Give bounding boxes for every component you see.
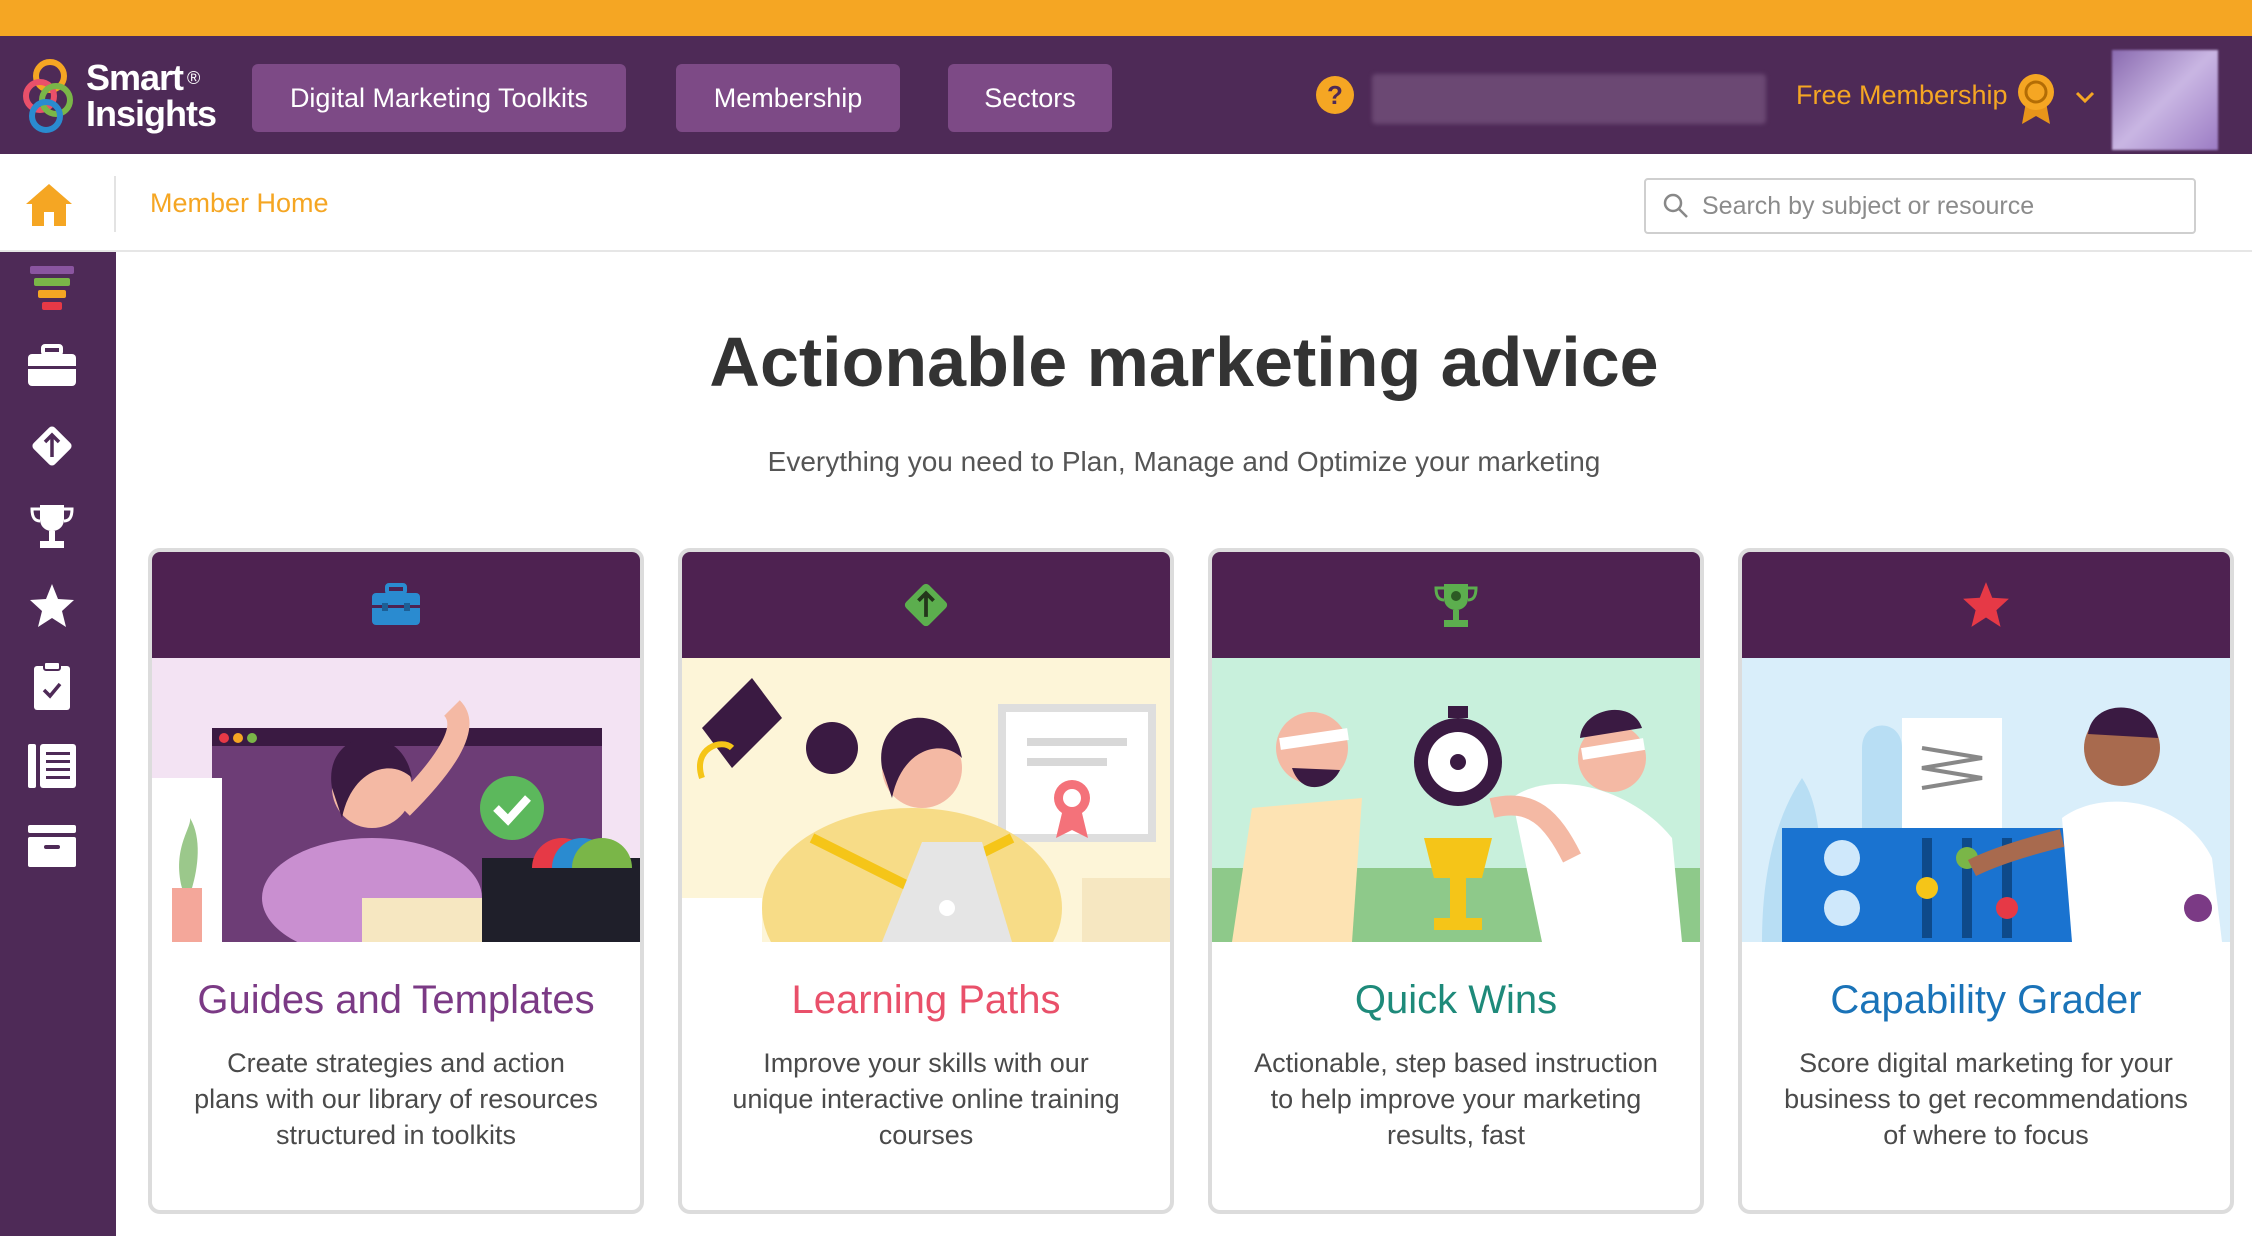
logo-text-line1: Smart [86,57,184,98]
archive-icon[interactable] [24,818,80,874]
search-input[interactable] [1702,191,2182,221]
search-box[interactable] [1644,178,2196,234]
nav-sectors-button[interactable]: Sectors [948,64,1112,132]
logo-mark-icon [20,54,80,138]
avatar[interactable] [2112,50,2218,150]
registered-mark: ® [187,68,200,88]
card-description: Actionable, step based instruction to he… [1254,1048,1658,1150]
briefcase-icon [372,583,420,625]
free-membership-link[interactable]: Free Membership [1796,80,2008,111]
card-header [1212,552,1700,658]
membership-badge-icon [2016,72,2056,126]
card-description: Create strategies and action plans with … [194,1048,598,1150]
learning-paths-illustration [682,658,1170,942]
card-title: Quick Wins [1354,978,1558,1022]
top-accent-strip [0,0,2252,36]
quick-wins-illustration [1212,658,1700,942]
page-subtitle: Everything you need to Plan, Manage and … [767,446,1601,477]
card-header [152,552,640,658]
logo-text-line2: Insights [86,93,217,134]
page-title: Actionable marketing advice [709,323,1659,401]
star-icon[interactable] [24,578,80,634]
card-header [682,552,1170,658]
left-sidebar [0,252,116,1236]
card-description: Score digital marketing for your busines… [1784,1048,2188,1150]
help-icon[interactable]: ? [1316,76,1354,114]
card-description: Improve your skills with our unique inte… [732,1048,1120,1150]
clipboard-icon[interactable] [24,658,80,714]
home-icon[interactable] [24,182,74,228]
redacted-user-info [1372,74,1766,124]
chevron-down-icon[interactable] [2072,84,2098,110]
guides-illustration [152,658,640,942]
list-icon[interactable] [24,738,80,794]
capability-grader-illustration [1742,658,2230,942]
trophy-icon[interactable] [24,498,80,554]
nav-membership-button[interactable]: Membership [676,64,900,132]
card-header [1742,552,2230,658]
arrow-up-diamond-icon [904,583,948,627]
card-guides-and-templates[interactable]: Guides and Templates Create strategies a… [148,548,644,1214]
sub-header-bar: Member Home [0,154,2252,252]
arrow-up-diamond-icon[interactable] [24,418,80,474]
search-icon [1663,193,1688,218]
briefcase-icon[interactable] [24,338,80,394]
funnel-icon[interactable] [24,262,80,318]
card-quick-wins[interactable]: Quick Wins Actionable, step based instru… [1208,548,1704,1214]
card-title: Learning Paths [791,978,1061,1022]
breadcrumb-member-home[interactable]: Member Home [150,188,329,219]
divider [114,176,116,232]
trophy-icon [1434,584,1478,627]
smart-insights-logo[interactable]: Smart ® Insights [20,54,220,138]
card-learning-paths[interactable]: Learning Paths Improve your skills with … [678,548,1174,1214]
card-capability-grader[interactable]: Capability Grader Score digital marketin… [1738,548,2234,1214]
star-icon [1963,582,2009,627]
card-title: Guides and Templates [197,978,595,1022]
nav-digital-marketing-toolkits-button[interactable]: Digital Marketing Toolkits [252,64,626,132]
card-title: Capability Grader [1830,978,2142,1022]
